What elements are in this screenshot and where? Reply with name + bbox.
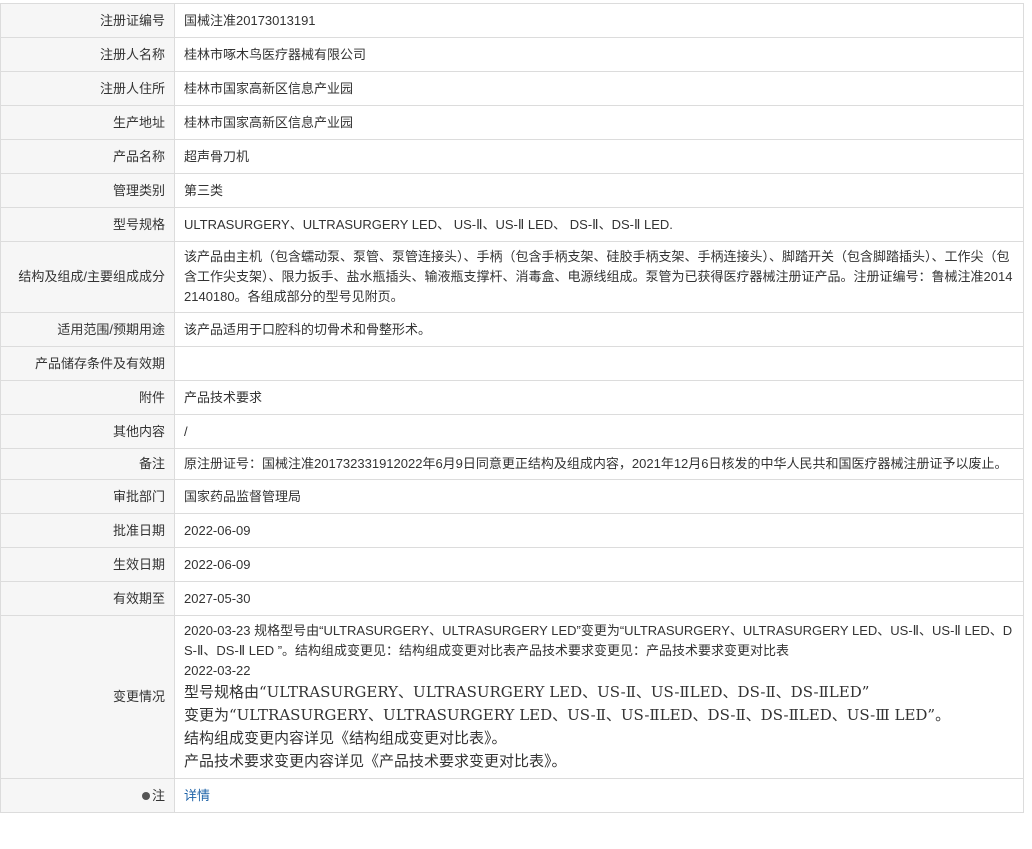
row-value: 桂林市国家高新区信息产业园: [174, 105, 1024, 140]
row-label-note: 注: [0, 778, 175, 813]
row-effective-date: 生效日期 2022-06-09: [0, 547, 1024, 582]
row-value: 2027-05-30: [174, 581, 1024, 616]
row-note: 注 详情: [0, 778, 1024, 813]
row-storage-conditions: 产品储存条件及有效期: [0, 346, 1024, 381]
row-approval-date: 批准日期 2022-06-09: [0, 513, 1024, 548]
row-label: 型号规格: [0, 207, 175, 242]
row-value: 超声骨刀机: [174, 139, 1024, 174]
row-label: 管理类别: [0, 173, 175, 208]
row-value: 该产品适用于口腔科的切骨术和骨整形术。: [174, 312, 1024, 347]
row-label: 备注: [0, 448, 175, 480]
change-entry-line: 结构组成变更内容详见《结构组成变更对比表》。: [184, 729, 507, 747]
row-value: [174, 346, 1024, 381]
row-label: 注册人住所: [0, 71, 175, 106]
row-value: ULTRASURGERY、ULTRASURGERY LED、 US-Ⅱ、US-Ⅱ…: [174, 207, 1024, 242]
row-production-address: 生产地址 桂林市国家高新区信息产业园: [0, 105, 1024, 140]
row-registration-number: 注册证编号 国械注准20173013191: [0, 3, 1024, 38]
row-label: 生产地址: [0, 105, 175, 140]
change-history-value: 2020-03-23 规格型号由“ULTRASURGERY、ULTRASURGE…: [174, 615, 1024, 779]
row-value: /: [174, 414, 1024, 449]
row-value: 国械注准20173013191: [174, 3, 1024, 38]
row-label: 注册人名称: [0, 37, 175, 72]
row-label: 附件: [0, 380, 175, 415]
row-approval-department: 审批部门 国家药品监督管理局: [0, 479, 1024, 514]
row-label: 变更情况: [0, 615, 175, 779]
change-entry-text: 2020-03-23 规格型号由“ULTRASURGERY、ULTRASURGE…: [184, 623, 1013, 658]
row-change-history: 变更情况 2020-03-23 规格型号由“ULTRASURGERY、ULTRA…: [0, 615, 1024, 779]
row-value: 产品技术要求: [174, 380, 1024, 415]
row-value: 国家药品监督管理局: [174, 479, 1024, 514]
row-registrant-name: 注册人名称 桂林市啄木鸟医疗器械有限公司: [0, 37, 1024, 72]
row-product-name: 产品名称 超声骨刀机: [0, 139, 1024, 174]
row-value: 详情: [174, 778, 1024, 813]
change-entry-line: 产品技术要求变更内容详见《产品技术要求变更对比表》。: [184, 752, 567, 770]
row-value: 2022-06-09: [174, 513, 1024, 548]
row-value: 第三类: [174, 173, 1024, 208]
row-model-spec: 型号规格 ULTRASURGERY、ULTRASURGERY LED、 US-Ⅱ…: [0, 207, 1024, 242]
row-label: 注册证编号: [0, 3, 175, 38]
row-label: 生效日期: [0, 547, 175, 582]
row-label: 有效期至: [0, 581, 175, 616]
registration-info-table: 注册证编号 国械注准20173013191 注册人名称 桂林市啄木鸟医疗器械有限…: [0, 3, 1024, 813]
info-bullet-icon: [141, 792, 150, 801]
row-label: 其他内容: [0, 414, 175, 449]
row-label: 适用范围/预期用途: [0, 312, 175, 347]
row-value: 桂林市啄木鸟医疗器械有限公司: [174, 37, 1024, 72]
row-label: 产品储存条件及有效期: [0, 346, 175, 381]
row-label: 批准日期: [0, 513, 175, 548]
row-valid-until: 有效期至 2027-05-30: [0, 581, 1024, 616]
change-entry-line: 型号规格由“ULTRASURGERY、ULTRASURGERY LED、US-Ⅱ…: [184, 683, 870, 701]
row-registrant-address: 注册人住所 桂林市国家高新区信息产业园: [0, 71, 1024, 106]
row-label: 产品名称: [0, 139, 175, 174]
change-entry-date: 2022-03-22: [184, 663, 251, 678]
row-value: 桂林市国家高新区信息产业园: [174, 71, 1024, 106]
row-management-category: 管理类别 第三类: [0, 173, 1024, 208]
row-label: 审批部门: [0, 479, 175, 514]
change-entry-line: 变更为“ULTRASURGERY、ULTRASURGERY LED、US-Ⅱ、U…: [184, 706, 951, 724]
row-attachment: 附件 产品技术要求: [0, 380, 1024, 415]
row-value: 2022-06-09: [174, 547, 1024, 582]
details-link[interactable]: 详情: [184, 788, 210, 803]
row-structure-composition: 结构及组成/主要组成成分 该产品由主机（包含蠕动泵、泵管、泵管连接头）、手柄（包…: [0, 241, 1024, 313]
row-intended-use: 适用范围/预期用途 该产品适用于口腔科的切骨术和骨整形术。: [0, 312, 1024, 347]
note-label: 注: [151, 787, 165, 803]
row-value: 原注册证号：国械注准201732331912022年6月9日同意更正结构及组成内…: [174, 448, 1024, 480]
row-value: 该产品由主机（包含蠕动泵、泵管、泵管连接头）、手柄（包含手柄支架、硅胶手柄支架、…: [174, 241, 1024, 313]
row-label: 结构及组成/主要组成成分: [0, 241, 175, 313]
row-other-content: 其他内容 /: [0, 414, 1024, 449]
row-remarks: 备注 原注册证号：国械注准201732331912022年6月9日同意更正结构及…: [0, 448, 1024, 480]
